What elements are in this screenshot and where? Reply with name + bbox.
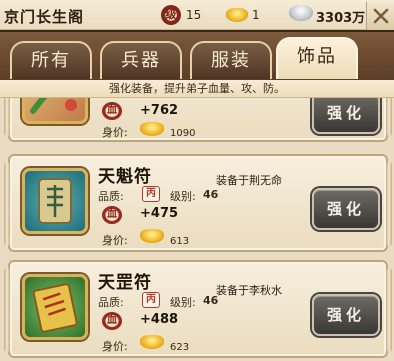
item-list[interactable]: 血 +762 身价: 1090 强化 天魁符 装备于荆无命 品质: 丙 级别: …: [0, 98, 394, 361]
silver-ingot-icon: [289, 5, 313, 21]
top-resource-bar: 京门长生阁 级 15 1 3303万: [0, 0, 394, 30]
close-button[interactable]: [366, 2, 394, 30]
strengthen-button[interactable]: 强化: [312, 294, 380, 336]
close-icon: [373, 8, 389, 24]
tab-clothing[interactable]: 服装: [190, 41, 272, 79]
list-item: 天魁符 装备于荆无命 品质: 丙 级别: 46 血 +475 身价: 613 强…: [4, 154, 392, 252]
hint-text: 强化装备，提升弟子血量、攻、防。: [0, 80, 394, 98]
hp-stat-value: +762: [140, 103, 179, 118]
hp-stat-icon: 血: [102, 312, 122, 330]
strengthen-button[interactable]: 强化: [312, 98, 380, 134]
gold-ingot-icon: [140, 122, 164, 136]
tab-accessories[interactable]: 饰品: [276, 37, 358, 79]
gold-ingot-icon: [140, 229, 164, 243]
list-item: 天罡符 装备于李秋水 品质: 丙 级别: 46 血 +488 身价: 623 强…: [4, 260, 392, 358]
hp-stat-value: +475: [140, 206, 179, 221]
level-label: 级别:: [170, 190, 196, 203]
hp-stat-value: +488: [140, 312, 179, 327]
location-title: 京门长生阁: [4, 8, 85, 26]
level-icon: 级: [161, 5, 181, 25]
item-name: 天罡符: [98, 273, 152, 293]
tab-all[interactable]: 所有: [10, 41, 92, 79]
gold-ingot-icon: [226, 8, 248, 22]
level-value: 46: [203, 294, 219, 307]
hp-stat-icon: 血: [102, 206, 122, 224]
equipped-to-text: 装备于李秋水: [216, 284, 282, 297]
price-label: 身价:: [102, 234, 128, 247]
category-tab-bar: 所有 兵器 服装 饰品: [0, 30, 394, 80]
level-value: 46: [203, 188, 219, 201]
level-label: 级别:: [170, 296, 196, 309]
equipped-to-text: 装备于荆无命: [216, 174, 282, 187]
quality-label: 品质:: [98, 190, 124, 203]
gold-ingot-icon: [140, 335, 164, 349]
tab-weapons[interactable]: 兵器: [100, 41, 182, 79]
price-value: 623: [170, 342, 190, 353]
price-value: 1090: [170, 128, 196, 139]
talisman-kui-icon[interactable]: [22, 168, 88, 234]
strengthen-button[interactable]: 强化: [312, 188, 380, 230]
quality-badge: 丙: [142, 292, 160, 308]
green-pendant-icon[interactable]: [22, 98, 88, 124]
price-label: 身价:: [102, 126, 128, 139]
price-label: 身价:: [102, 340, 128, 353]
price-value: 613: [170, 236, 190, 247]
quality-badge: 丙: [142, 186, 160, 202]
item-name: 天魁符: [98, 167, 152, 187]
silver-value: 3303万: [316, 11, 366, 26]
level-value: 15: [186, 8, 202, 22]
gold-value: 1: [252, 8, 260, 22]
hp-stat-icon: 血: [102, 102, 122, 120]
quality-label: 品质:: [98, 296, 124, 309]
talisman-gang-icon[interactable]: [22, 274, 88, 340]
list-item: 血 +762 身价: 1090 强化: [4, 98, 392, 142]
